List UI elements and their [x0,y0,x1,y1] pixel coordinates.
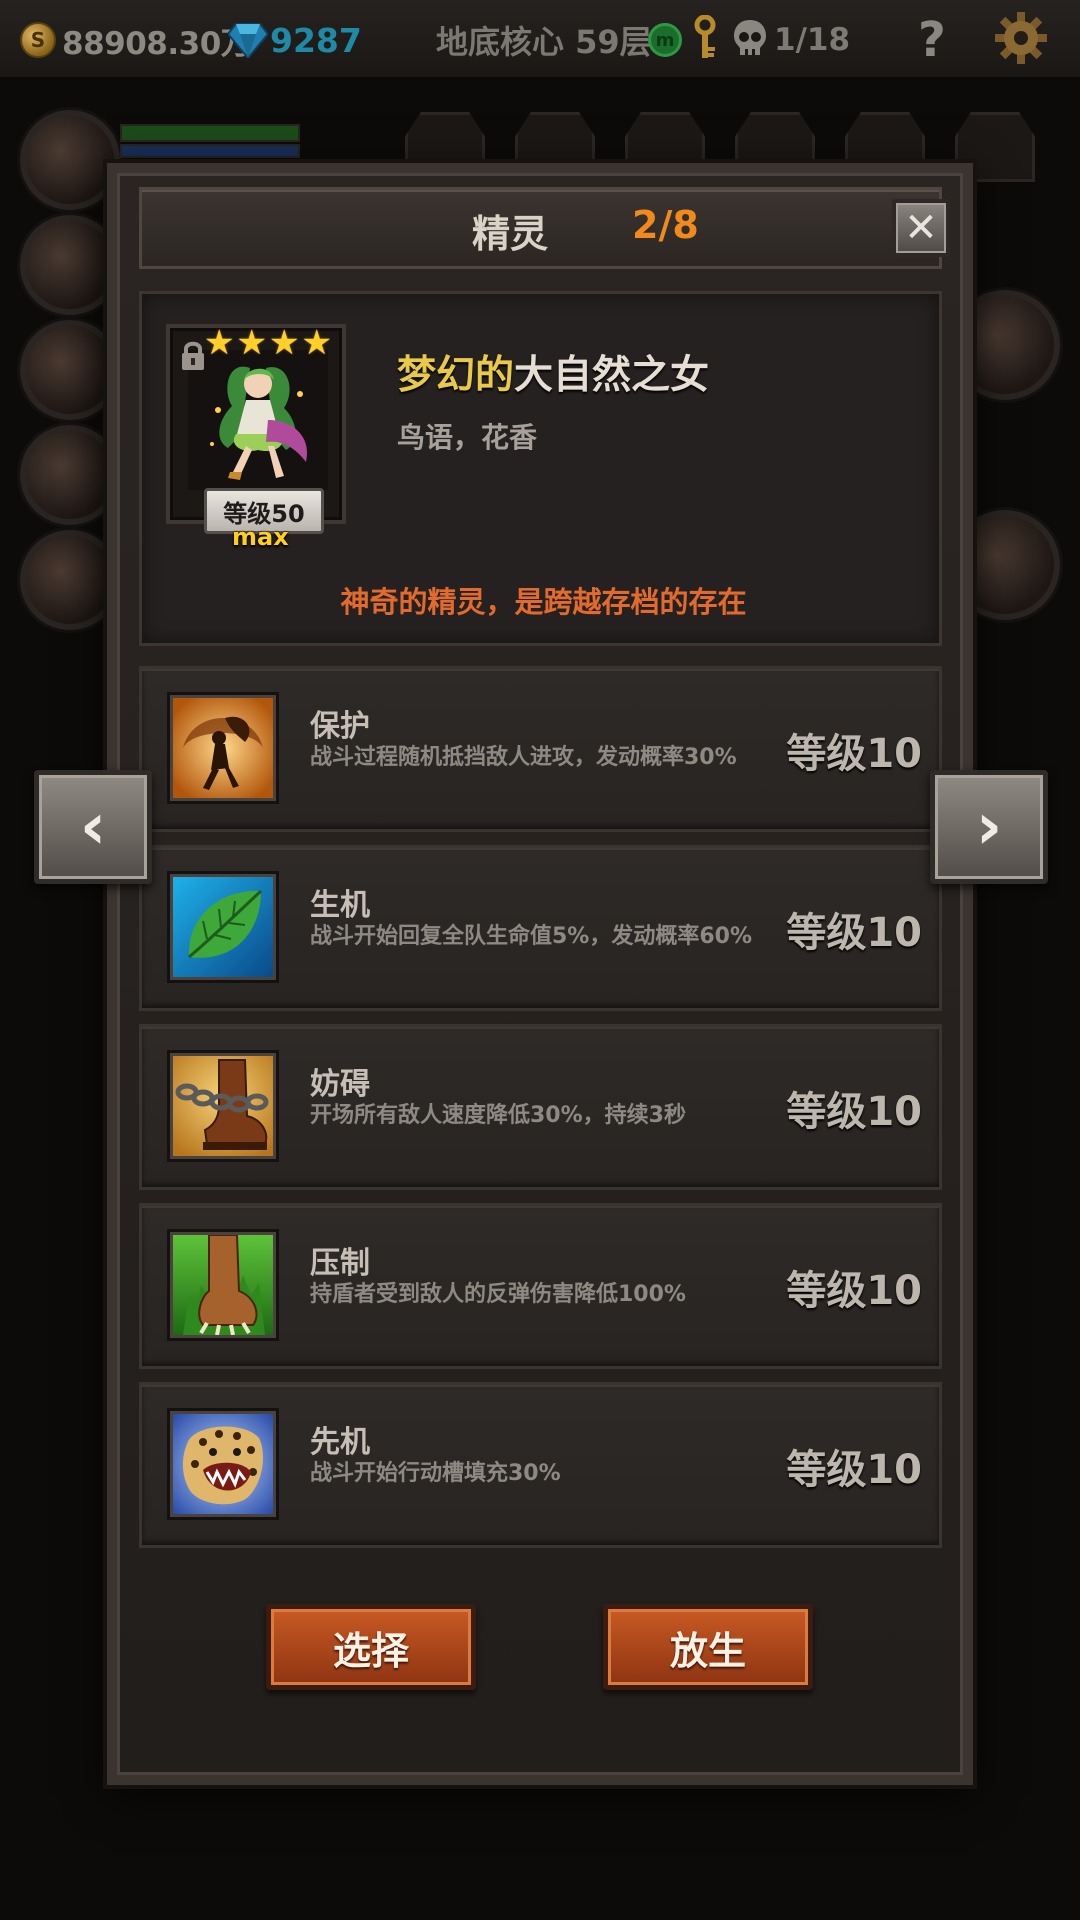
skill-level: 等级10 [786,1089,922,1135]
fairy-shield-icon [170,695,276,801]
star-icon: ★ [268,323,300,363]
chained-boot-icon [170,1053,276,1159]
skill-name: 妨碍 [310,1067,370,1102]
star-icon: ★ [301,323,332,363]
top-status-bar: S 88908.30万 9287 地底核心 59层 m 1/18 ? [0,0,1080,80]
skill-name: 先机 [310,1425,370,1460]
party-portrait [20,530,120,630]
skill-name: 生机 [310,888,370,923]
skill-level: 等级10 [786,1447,922,1493]
skill-row[interactable]: 先机 战斗开始行动槽填充30% 等级10 [139,1382,942,1548]
fairy-portrait-icon [188,350,328,490]
skill-level: 等级10 [786,1268,922,1314]
star-rating: ★ ★ ★ ★ [204,326,332,360]
close-button[interactable]: ✕ [892,199,950,257]
dialog-title: 精灵 [472,212,549,256]
help-button[interactable]: ? [918,12,946,68]
skull-icon [732,18,768,62]
gem-amount: 9287 [270,20,362,60]
skill-description: 开场所有敌人速度降低30%，持续3秒 [310,1103,686,1128]
lock-icon [180,340,206,376]
party-portrait [20,320,120,420]
settings-button[interactable] [995,12,1047,64]
spirit-description: 神奇的精灵，是跨越存档的存在 [340,585,747,619]
gold-counter: S 88908.30万 [20,18,252,62]
gem-icon [228,22,268,58]
spirit-counter: 2/8 [632,203,699,247]
leopard-icon [170,1411,276,1517]
hp-bar [120,124,300,142]
skill-description: 战斗开始回复全队生命值5%，发动概率60% [310,924,753,949]
skill-name: 保护 [310,709,370,744]
spirit-name: 梦幻的大自然之女 [397,344,709,400]
spirit-name-main: 大自然之女 [514,353,710,398]
party-portrait [20,110,120,210]
previous-spirit-button[interactable]: ‹ [34,770,152,884]
mp-bar [120,144,300,158]
green-token-icon: m [648,23,682,57]
party-portrait [20,215,120,315]
key-indicator [692,14,718,65]
leaf-icon [170,874,276,980]
gem-counter: 9287 [228,18,362,62]
spirit-dialog: 精灵 2/8 ✕ ★ ★ ★ ★ 等级50 max 梦幻的大自然之女 鸟语，花香… [107,163,973,1785]
skill-row[interactable]: 压制 持盾者受到敌人的反弹伤害降低100% 等级10 [139,1203,942,1369]
chevron-right-icon[interactable]: › [976,795,1002,859]
next-spirit-button[interactable]: › [930,770,1048,884]
chevron-left-icon[interactable]: ‹ [80,795,106,859]
close-icon[interactable]: ✕ [904,208,938,248]
skill-description: 战斗过程随机抵挡敌人进攻，发动概率30% [310,745,737,770]
spirit-portrait[interactable]: ★ ★ ★ ★ 等级50 max [166,324,346,551]
release-button[interactable]: 放生 [603,1604,813,1690]
green-token: m [648,18,682,62]
help-icon[interactable]: ? [918,12,946,68]
floor-indicator: 地底核心 59层 [436,18,652,62]
skill-level: 等级10 [786,910,922,956]
skill-level: 等级10 [786,731,922,777]
star-icon: ★ [236,323,267,363]
star-icon: ★ [204,323,235,363]
skill-row[interactable]: 保护 战斗过程随机抵挡敌人进攻，发动概率30% 等级10 [139,666,942,832]
spirit-subtitle: 鸟语，花香 [397,421,538,454]
skill-row[interactable]: 生机 战斗开始回复全队生命值5%，发动概率60% 等级10 [139,845,942,1011]
skill-description: 持盾者受到敌人的反弹伤害降低100% [310,1282,686,1307]
select-button[interactable]: 选择 [266,1604,476,1690]
skull-count: 1/18 [774,22,851,58]
skill-name: 压制 [310,1246,370,1281]
spirit-info-panel: ★ ★ ★ ★ 等级50 max 梦幻的大自然之女 鸟语，花香 神奇的精灵，是跨… [139,291,942,646]
key-icon [692,14,718,65]
skull-counter: 1/18 [732,18,850,62]
max-label: max [232,523,289,551]
coin-icon: S [20,22,56,58]
skill-row[interactable]: 妨碍 开场所有敌人速度降低30%，持续3秒 等级10 [139,1024,942,1190]
spirit-name-prefix: 梦幻的 [397,353,515,398]
floor-label: 地底核心 59层 [436,23,652,61]
settings-gear-icon[interactable] [995,12,1047,68]
party-portrait [20,425,120,525]
gold-amount: 88908.30万 [62,25,252,62]
skill-description: 战斗开始行动槽填充30% [310,1461,561,1486]
beast-claw-icon [170,1232,276,1338]
